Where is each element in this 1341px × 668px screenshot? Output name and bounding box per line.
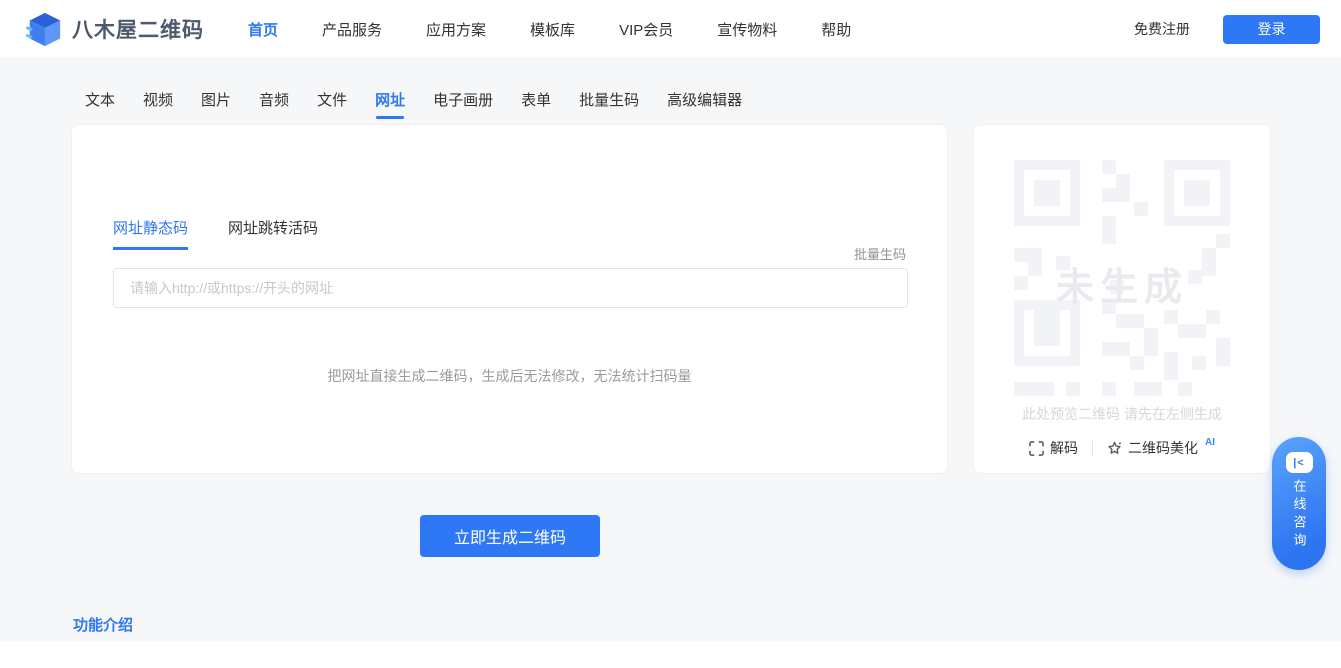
preview-hint: 此处预览二维码 请先在左侧生成	[974, 404, 1270, 424]
decode-label: 解码	[1050, 438, 1078, 458]
tab-video[interactable]: 视频	[143, 89, 173, 119]
tab-ebook[interactable]: 电子画册	[433, 89, 493, 119]
nav-home[interactable]: 首页	[248, 19, 278, 40]
header-right: 免费注册 登录	[1134, 15, 1320, 44]
url-mode-tabs: 网址静态码 网址跳转活码	[113, 217, 318, 250]
actions-divider	[1092, 441, 1093, 456]
chat-service-icon: |<	[1286, 452, 1313, 473]
decode-button[interactable]: 解码	[1029, 438, 1078, 458]
qr-placeholder: 未生成	[1014, 160, 1230, 396]
cube-logo-icon	[25, 10, 63, 48]
qr-type-tabs: 文本 视频 图片 音频 文件 网址 电子画册 表单 批量生码 高级编辑器	[85, 89, 742, 119]
footer-background	[0, 641, 1341, 668]
static-code-hint: 把网址直接生成二维码，生成后无法修改，无法统计扫码量	[72, 366, 947, 386]
tab-image[interactable]: 图片	[201, 89, 231, 119]
beautify-button[interactable]: 二维码美化 AI	[1107, 438, 1215, 458]
nav-vip[interactable]: VIP会员	[619, 19, 673, 40]
ai-badge: AI	[1205, 437, 1215, 448]
header: 八木屋二维码 首页 产品服务 应用方案 模板库 VIP会员 宣传物料 帮助 免费…	[0, 0, 1341, 59]
tab-text[interactable]: 文本	[85, 89, 115, 119]
nav-help[interactable]: 帮助	[821, 19, 851, 40]
tab-batch[interactable]: 批量生码	[579, 89, 639, 119]
scan-frame-icon	[1029, 441, 1044, 456]
batch-generate-link[interactable]: 批量生码	[854, 244, 906, 263]
register-link[interactable]: 免费注册	[1134, 19, 1190, 39]
nav-products[interactable]: 产品服务	[322, 19, 382, 40]
nav-solutions[interactable]: 应用方案	[426, 19, 486, 40]
tab-dynamic-url-code[interactable]: 网址跳转活码	[228, 217, 318, 250]
url-generator-card: 网址静态码 网址跳转活码 批量生码 把网址直接生成二维码，生成后无法修改，无法统…	[71, 124, 948, 474]
tab-static-url-code[interactable]: 网址静态码	[113, 217, 188, 250]
brand-name: 八木屋二维码	[72, 14, 204, 44]
tab-audio[interactable]: 音频	[259, 89, 289, 119]
preview-actions: 解码 二维码美化 AI	[974, 438, 1270, 458]
tab-advanced-editor[interactable]: 高级编辑器	[667, 89, 742, 119]
nav-materials[interactable]: 宣传物料	[717, 19, 777, 40]
tab-url[interactable]: 网址	[375, 89, 405, 119]
tab-file[interactable]: 文件	[317, 89, 347, 119]
generate-qr-button[interactable]: 立即生成二维码	[420, 515, 600, 557]
consult-label: 在线咨询	[1290, 479, 1309, 551]
url-input[interactable]	[113, 268, 908, 308]
online-consult-button[interactable]: |< 在线咨询	[1272, 437, 1326, 570]
beautify-label: 二维码美化	[1128, 438, 1198, 458]
nav-templates[interactable]: 模板库	[530, 19, 575, 40]
tab-form[interactable]: 表单	[521, 89, 551, 119]
login-button[interactable]: 登录	[1223, 15, 1320, 44]
qr-not-generated-watermark: 未生成	[1014, 256, 1230, 311]
brand-logo[interactable]: 八木屋二维码	[25, 10, 204, 48]
main-nav: 首页 产品服务 应用方案 模板库 VIP会员 宣传物料 帮助	[248, 19, 851, 40]
sparkle-magic-icon	[1107, 441, 1122, 456]
qr-preview-card: 未生成 此处预览二维码 请先在左侧生成 解码 二维码美化 AI	[973, 124, 1271, 474]
